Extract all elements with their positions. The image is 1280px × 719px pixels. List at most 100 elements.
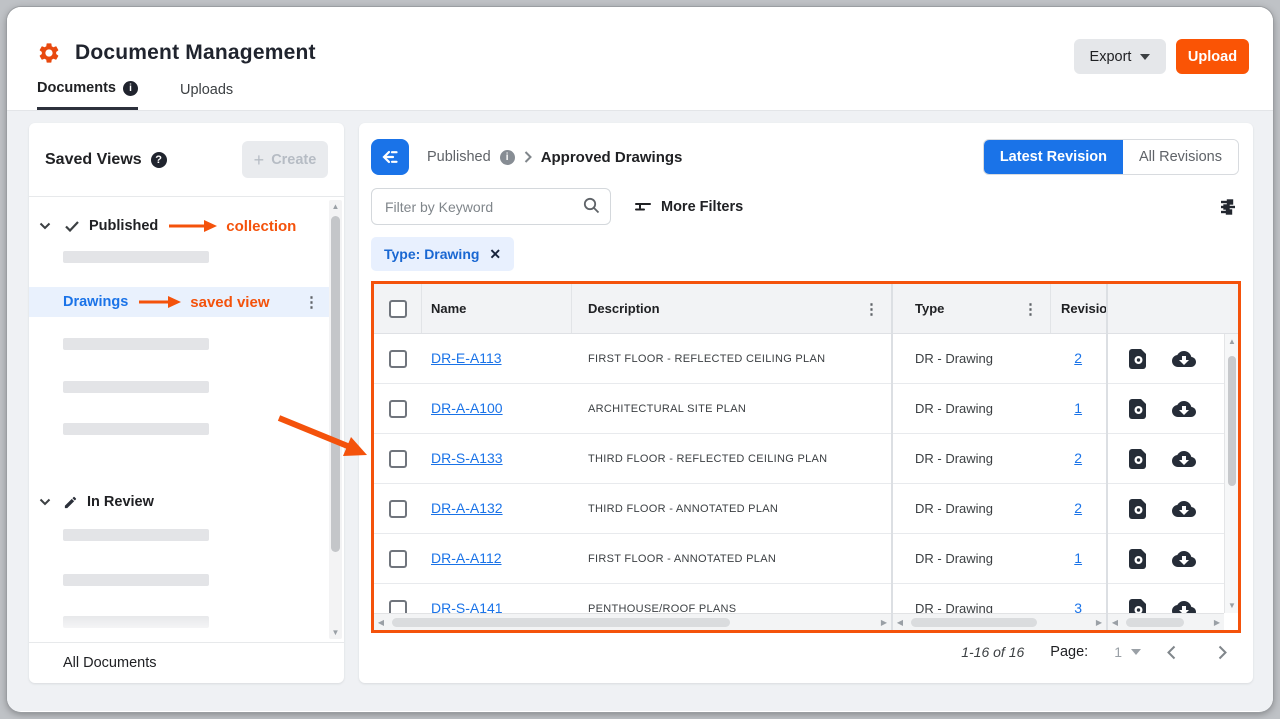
more-filters-button[interactable]: More Filters <box>635 199 743 215</box>
skeleton-bar <box>63 423 209 435</box>
scroll-right-icon[interactable]: ▶ <box>1210 618 1224 627</box>
skeleton-bar <box>63 574 209 586</box>
row-checkbox[interactable] <box>389 450 407 468</box>
column-menu-icon[interactable]: ⋮ <box>864 300 879 318</box>
tree-item-in-review[interactable]: In Review <box>29 487 331 517</box>
scrollbar-thumb[interactable] <box>392 618 730 627</box>
document-type: DR - Drawing <box>893 501 1050 516</box>
saved-views-tree: Published collection Drawings saved view… <box>29 197 344 642</box>
scroll-right-icon[interactable]: ▶ <box>877 618 891 627</box>
page-title: Document Management <box>75 41 316 65</box>
scrollbar-thumb[interactable] <box>1126 618 1184 627</box>
row-checkbox[interactable] <box>389 550 407 568</box>
column-menu-icon[interactable]: ⋮ <box>1023 300 1038 318</box>
preview-document-icon[interactable] <box>1128 498 1150 520</box>
skeleton-bar <box>63 251 209 263</box>
drawings-link[interactable]: Drawings <box>63 294 128 310</box>
download-icon[interactable] <box>1172 549 1196 568</box>
download-icon[interactable] <box>1172 449 1196 468</box>
sidebar-scrollbar[interactable]: ▲ ▼ <box>329 200 342 639</box>
document-link[interactable]: DR-A-A100 <box>431 400 503 416</box>
select-all-checkbox[interactable] <box>389 300 407 318</box>
row-checkbox[interactable] <box>389 500 407 518</box>
row-checkbox[interactable] <box>389 350 407 368</box>
scroll-up-icon[interactable]: ▲ <box>329 202 342 211</box>
scrollbar-thumb[interactable] <box>1228 356 1236 486</box>
row-checkbox[interactable] <box>389 400 407 418</box>
skeleton-bar <box>63 381 209 393</box>
download-icon[interactable] <box>1172 499 1196 518</box>
document-link[interactable]: DR-A-A112 <box>431 550 502 566</box>
tree-item-drawings[interactable]: Drawings saved view ⋮ <box>29 287 331 317</box>
scrollbar-thumb[interactable] <box>331 216 340 552</box>
revision-link[interactable]: 2 <box>1074 500 1082 516</box>
scroll-right-icon[interactable]: ▶ <box>1092 618 1106 627</box>
document-description: FIRST FLOOR - ANNOTATED PLAN <box>572 553 891 565</box>
preview-document-icon[interactable] <box>1128 398 1150 420</box>
scroll-down-icon[interactable]: ▼ <box>329 628 342 637</box>
table-pane-middle: Type ⋮ Revision DR - Drawing 2 DR - Draw… <box>891 284 1106 630</box>
revision-link[interactable]: 2 <box>1074 350 1082 366</box>
pagination: 1-16 of 16 Page: 1 <box>359 633 1253 660</box>
chevron-down-icon[interactable] <box>39 498 51 506</box>
info-icon[interactable]: i <box>500 150 515 165</box>
revision-link[interactable]: 2 <box>1074 450 1082 466</box>
scroll-down-icon[interactable]: ▼ <box>1225 601 1238 610</box>
table-row: DR-A-A100 ARCHITECTURAL SITE PLAN <box>374 384 891 434</box>
chevron-down-icon[interactable] <box>39 222 51 230</box>
latest-revision-toggle[interactable]: Latest Revision <box>984 140 1123 174</box>
scroll-left-icon[interactable]: ◀ <box>374 618 388 627</box>
column-header-name[interactable]: Name <box>422 284 572 333</box>
revision-link[interactable]: 1 <box>1074 550 1082 566</box>
collapse-sidebar-button[interactable] <box>371 139 409 175</box>
app-window: Document Management Export Upload Docume… <box>7 7 1273 712</box>
column-settings-icon[interactable] <box>1219 199 1237 215</box>
document-link[interactable]: DR-E-A113 <box>431 350 502 366</box>
documents-table: Name Description ⋮ DR-E-A113 FIRST FLOOR… <box>371 281 1241 633</box>
all-revisions-toggle[interactable]: All Revisions <box>1123 140 1238 174</box>
document-link[interactable]: DR-S-A133 <box>431 450 503 466</box>
breadcrumb-parent[interactable]: Published <box>427 149 491 165</box>
preview-document-icon[interactable] <box>1128 348 1150 370</box>
all-documents-link[interactable]: All Documents <box>29 642 344 683</box>
search-icon[interactable] <box>583 197 600 214</box>
scroll-left-icon[interactable]: ◀ <box>1108 618 1122 627</box>
horizontal-scrollbar[interactable]: ◀ ▶ <box>374 613 891 630</box>
export-button[interactable]: Export <box>1074 39 1166 74</box>
scroll-up-icon[interactable]: ▲ <box>1225 337 1238 346</box>
all-revisions-label: All Revisions <box>1139 149 1222 165</box>
scrollbar-thumb[interactable] <box>911 618 1037 627</box>
next-page-icon[interactable] <box>1218 645 1227 660</box>
download-icon[interactable] <box>1172 399 1196 418</box>
help-icon[interactable]: ? <box>151 152 167 168</box>
vertical-scrollbar[interactable]: ▲ ▼ <box>1224 334 1238 613</box>
tab-documents[interactable]: Documents i <box>37 80 138 110</box>
info-icon[interactable]: i <box>123 81 138 96</box>
scroll-left-icon[interactable]: ◀ <box>893 618 907 627</box>
document-type: DR - Drawing <box>893 551 1050 566</box>
column-header-description[interactable]: Description ⋮ <box>572 284 891 333</box>
column-header-type[interactable]: Type ⋮ <box>893 284 1051 333</box>
column-header-revision[interactable]: Revision <box>1051 284 1106 333</box>
create-view-button[interactable]: + Create <box>242 141 328 178</box>
page-select[interactable]: 1 <box>1114 644 1141 660</box>
upload-button[interactable]: Upload <box>1176 39 1249 74</box>
close-icon[interactable]: ✕ <box>489 246 501 263</box>
preview-document-icon[interactable] <box>1128 548 1150 570</box>
filter-chip-type-drawing[interactable]: Type: Drawing ✕ <box>371 237 514 271</box>
annotation-arrow-small <box>168 219 218 233</box>
skeleton-bar <box>63 529 209 541</box>
select-all-cell <box>374 284 422 333</box>
tree-item-published[interactable]: Published collection <box>29 211 331 241</box>
tab-uploads[interactable]: Uploads <box>180 80 233 110</box>
previous-page-icon[interactable] <box>1167 645 1176 660</box>
download-icon[interactable] <box>1172 349 1196 368</box>
document-link[interactable]: DR-A-A132 <box>431 500 503 516</box>
table-row <box>1108 484 1238 534</box>
keyword-filter-input[interactable] <box>371 188 611 225</box>
revision-link[interactable]: 1 <box>1074 400 1082 416</box>
preview-document-icon[interactable] <box>1128 448 1150 470</box>
kebab-menu-icon[interactable]: ⋮ <box>304 293 319 311</box>
horizontal-scrollbar[interactable]: ◀ ▶ <box>893 613 1106 630</box>
horizontal-scrollbar[interactable]: ◀ ▶ <box>1108 613 1224 630</box>
